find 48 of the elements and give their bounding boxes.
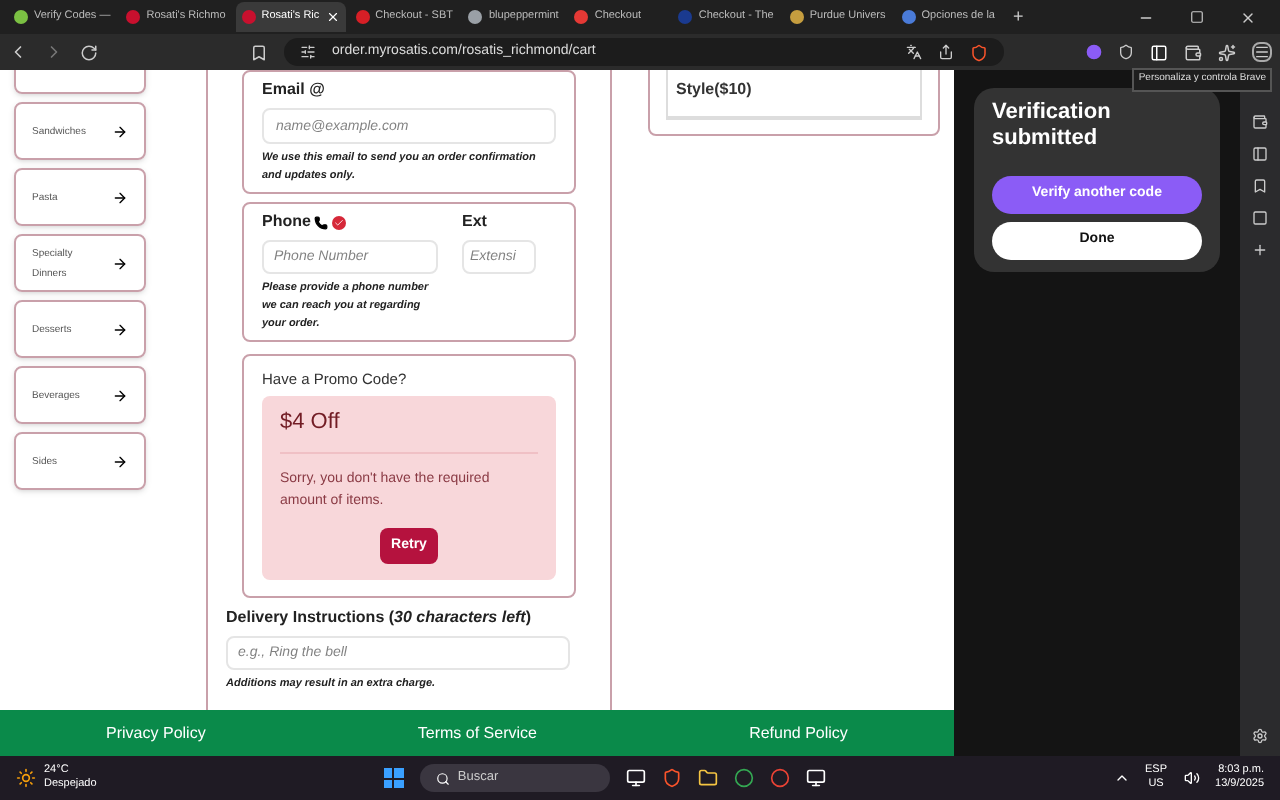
wallet-icon[interactable]	[1252, 114, 1268, 130]
bookmark-icon[interactable]	[250, 43, 268, 61]
app-icon[interactable]	[625, 768, 646, 788]
reading-list-icon[interactable]	[1252, 210, 1268, 226]
ext-label: Ext	[462, 210, 489, 234]
footer-link[interactable]: Refund Policy	[749, 721, 848, 745]
search-icon	[435, 771, 450, 785]
delivery-label: Delivery Instructions (30 characters left)	[226, 606, 534, 631]
volume-icon[interactable]	[1183, 770, 1200, 786]
wallet-icon[interactable]	[1184, 43, 1202, 61]
site-info-icon[interactable]	[300, 44, 316, 60]
arrow-icon	[112, 255, 128, 271]
footer-link[interactable]: Privacy Policy	[106, 721, 206, 745]
reload-icon[interactable]	[80, 43, 98, 61]
windows-logo-icon[interactable]	[383, 768, 404, 788]
app-icon[interactable]	[805, 768, 826, 788]
browser-icon[interactable]	[661, 768, 682, 788]
folder-icon[interactable]	[697, 768, 718, 788]
arrow-icon	[112, 189, 128, 205]
arrow-icon	[112, 321, 128, 337]
settings-icon[interactable]	[1252, 728, 1268, 744]
new-tab-button[interactable]: +	[1004, 3, 1032, 31]
sparkle-icon[interactable]	[1218, 43, 1236, 61]
arrow-icon	[112, 453, 128, 469]
shield-icon[interactable]	[970, 43, 988, 61]
footer-link[interactable]: Terms of Service	[417, 721, 537, 745]
bookmark-icon[interactable]	[1252, 178, 1268, 194]
phone-label: Phone	[262, 210, 311, 234]
extension-icon[interactable]	[1118, 44, 1134, 60]
arrow-icon	[112, 387, 128, 403]
email-label: Email @	[262, 78, 327, 102]
side-card-text: Style($10)	[676, 80, 752, 98]
browser-icon[interactable]	[733, 768, 754, 788]
weather-icon	[16, 768, 36, 788]
offer-title: $4 Off	[280, 406, 538, 454]
browser-icon[interactable]	[769, 768, 790, 788]
menu-icon[interactable]	[1252, 42, 1272, 62]
share-icon[interactable]	[938, 44, 954, 60]
panel-icon[interactable]	[1252, 146, 1268, 162]
phone-icon	[314, 215, 329, 229]
chevron-icon[interactable]	[1113, 770, 1130, 786]
arrow-icon	[112, 123, 128, 139]
add-icon[interactable]	[1252, 242, 1268, 258]
sidebar-icon[interactable]	[1150, 43, 1168, 61]
translate-icon[interactable]	[906, 44, 922, 60]
panel-title: Verification submitted	[992, 100, 1113, 152]
close-icon[interactable]	[1240, 9, 1256, 25]
maximize-icon[interactable]	[1190, 10, 1204, 24]
